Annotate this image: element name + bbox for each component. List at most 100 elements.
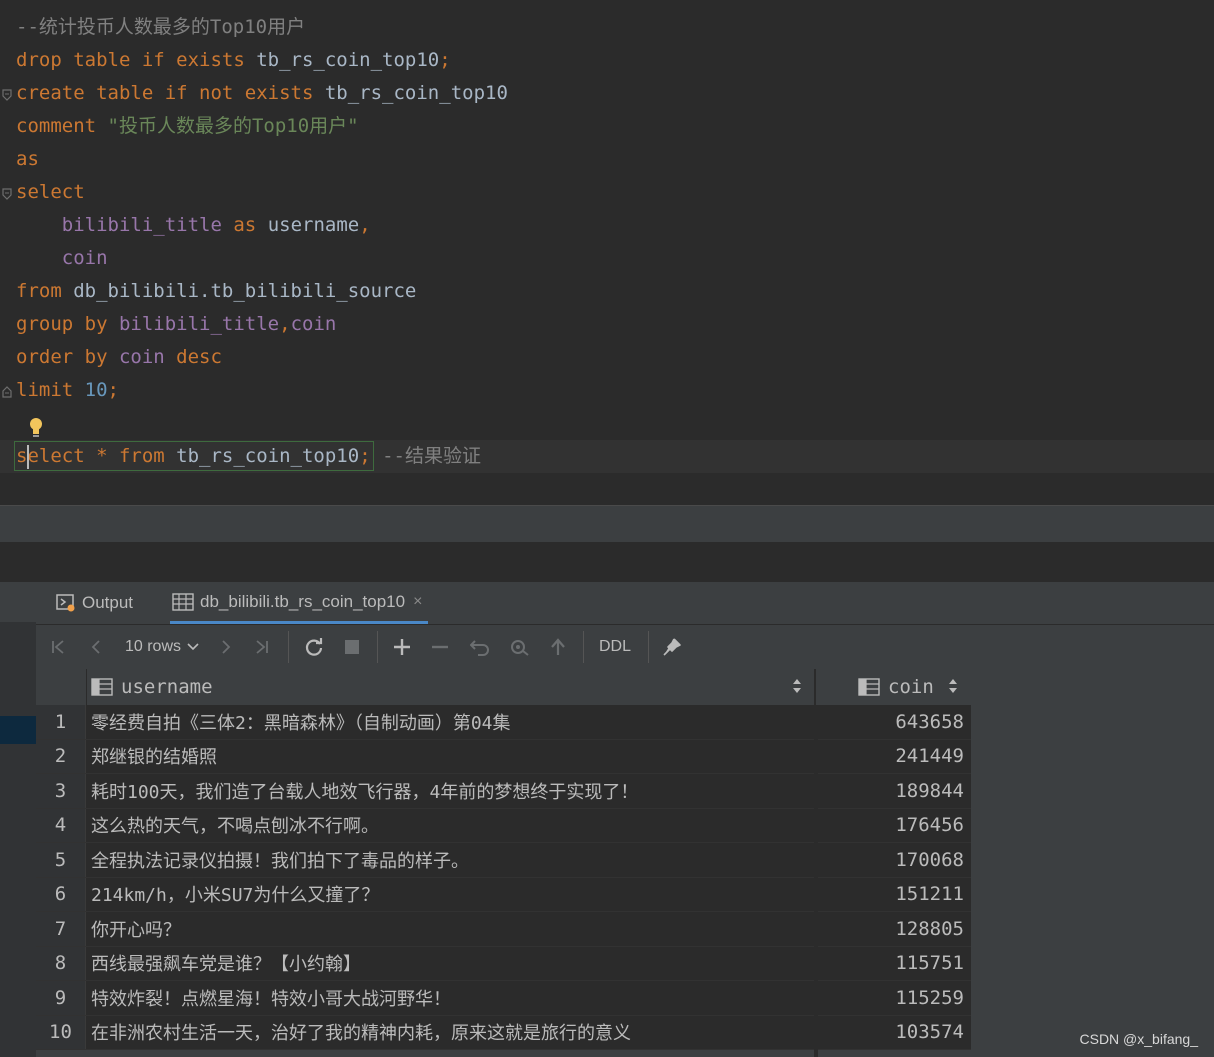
row-number[interactable]: 10 — [36, 1015, 86, 1049]
fold-marker-icon[interactable] — [2, 188, 12, 200]
cell-coin[interactable]: 170068 — [816, 843, 964, 877]
table-row[interactable]: 9 特效炸裂！点燃星海！特效小哥大战河野华！ 115259 — [36, 981, 971, 1016]
fold-marker-icon[interactable] — [2, 89, 12, 101]
view-query-icon[interactable] — [506, 625, 532, 669]
code-line[interactable]: drop table if exists tb_rs_coin_top10; — [16, 44, 451, 77]
cell-username[interactable]: 214km/h，小米SU7为什么又撞了？ — [91, 878, 379, 912]
cell-coin[interactable]: 241449 — [816, 740, 964, 774]
cell-coin[interactable]: 103574 — [816, 1016, 964, 1050]
table-row[interactable]: 1 零经费自拍《三体2：黑暗森林》（自制动画）第04集 643658 — [36, 705, 971, 740]
revert-icon[interactable] — [468, 625, 492, 669]
cell-username[interactable]: 特效炸裂！点燃星海！特效小哥大战河野华！ — [91, 981, 451, 1015]
code-token: coin — [290, 313, 337, 335]
stop-icon[interactable] — [340, 625, 364, 669]
code-token: coin — [118, 346, 165, 368]
side-strip-selection — [0, 716, 36, 744]
table-icon — [172, 592, 194, 611]
ddl-button[interactable]: DDL — [594, 625, 636, 669]
add-row-icon[interactable] — [390, 625, 414, 669]
code-line[interactable]: limit 10; — [16, 374, 119, 407]
code-line[interactable]: coin — [16, 242, 108, 275]
sort-icon[interactable] — [792, 678, 802, 695]
code-line[interactable]: create table if not exists tb_rs_coin_to… — [16, 77, 508, 110]
row-number[interactable]: 4 — [36, 808, 86, 842]
code-token: coin — [61, 247, 108, 269]
rows-count-label: 10 rows — [124, 638, 182, 655]
toolbar-divider — [377, 631, 378, 663]
cell-coin[interactable]: 643658 — [816, 705, 964, 739]
code-line[interactable]: bilibili_title as username, — [16, 209, 371, 242]
table-row[interactable]: 4 这么热的天气，不喝点刨冰不行啊。 176456 — [36, 808, 971, 843]
code-line[interactable]: as — [16, 143, 39, 176]
column-header-username[interactable]: username — [91, 669, 213, 705]
code-line[interactable]: comment "投币人数最多的Top10用户" — [16, 110, 359, 143]
cell-coin[interactable]: 115259 — [816, 981, 964, 1015]
sort-icon[interactable] — [948, 678, 958, 695]
code-line[interactable]: from db_bilibili.tb_bilibili_source — [16, 275, 416, 308]
cell-coin[interactable]: 176456 — [816, 809, 964, 843]
code-token: db_bilibili.tb_bilibili_source — [73, 280, 417, 302]
table-row[interactable]: 10 在非洲农村生活一天，治好了我的精神内耗，原来这就是旅行的意义 103574 — [36, 1015, 971, 1050]
cell-username[interactable]: 这么热的天气，不喝点刨冰不行啊。 — [91, 809, 379, 843]
delete-row-icon[interactable] — [428, 625, 452, 669]
next-page-icon[interactable] — [214, 625, 238, 669]
last-page-icon[interactable] — [250, 625, 274, 669]
panel-splitter[interactable] — [0, 542, 1214, 582]
code-line[interactable]: select — [16, 176, 85, 209]
cell-username[interactable]: 零经费自拍《三体2：黑暗森林》（自制动画）第04集 — [91, 705, 511, 739]
rows-count-dropdown[interactable]: 10 rows — [122, 625, 202, 669]
submit-icon[interactable] — [546, 625, 570, 669]
table-row[interactable]: 8 西线最强飙车党是谁？【小约翰】 115751 — [36, 946, 971, 981]
code-token: select — [16, 181, 85, 203]
cell-coin[interactable]: 128805 — [816, 912, 964, 946]
close-icon[interactable]: × — [413, 593, 422, 611]
table-row[interactable]: 6 214km/h，小米SU7为什么又撞了？ 151211 — [36, 877, 971, 912]
table-row[interactable]: 7 你开心吗？ 128805 — [36, 912, 971, 947]
code-token: ; — [439, 49, 451, 71]
tab-result-table[interactable]: db_bilibili.tb_rs_coin_top10 × — [170, 582, 429, 624]
row-number[interactable]: 9 — [36, 981, 86, 1015]
fold-end-marker-icon[interactable] — [2, 386, 12, 398]
table-row[interactable]: 2 郑继银的结婚照 241449 — [36, 739, 971, 774]
code-line[interactable]: order by coin desc — [16, 341, 222, 374]
table-row[interactable]: 5 全程执法记录仪拍摄！我们拍下了毒品的样子。 170068 — [36, 843, 971, 878]
tab-output[interactable]: Output — [56, 582, 133, 624]
code-token: create table if not exists — [16, 82, 325, 104]
watermark: CSDN @x_bifang_ — [1079, 1031, 1199, 1047]
row-number[interactable]: 6 — [36, 877, 86, 911]
code-line[interactable]: group by bilibili_title,coin — [16, 308, 336, 341]
column-header-coin[interactable]: coin — [858, 669, 934, 705]
row-number[interactable]: 1 — [36, 705, 86, 739]
sql-editor[interactable]: --统计投币人数最多的Top10用户 drop table if exists t… — [0, 0, 1214, 507]
code-token: as — [221, 214, 268, 236]
editor-scroll-area — [0, 505, 1214, 543]
cell-username[interactable]: 郑继银的结婚照 — [91, 740, 217, 774]
column-icon — [91, 678, 113, 696]
pin-icon[interactable] — [660, 625, 684, 669]
code-token: as — [16, 148, 39, 170]
code-line[interactable]: --统计投币人数最多的Top10用户 — [16, 11, 305, 44]
row-number[interactable]: 8 — [36, 946, 86, 980]
code-token: ; — [107, 379, 119, 401]
toolbar-divider — [648, 631, 649, 663]
cell-username[interactable]: 西线最强飙车党是谁？【小约翰】 — [91, 947, 361, 981]
grid-header: username coin — [36, 669, 971, 706]
table-row[interactable]: 3 耗时100天，我们造了台载人地效飞行器，4年前的梦想终于实现了！ 189844 — [36, 774, 971, 809]
row-number[interactable]: 3 — [36, 774, 86, 808]
lightbulb-icon[interactable] — [28, 417, 44, 443]
code-token: "投币人数最多的Top10用户" — [107, 115, 359, 137]
row-number[interactable]: 7 — [36, 912, 86, 946]
row-number[interactable]: 5 — [36, 843, 86, 877]
cell-username[interactable]: 耗时100天，我们造了台载人地效飞行器，4年前的梦想终于实现了！ — [91, 774, 638, 808]
first-page-icon[interactable] — [46, 625, 70, 669]
cell-coin[interactable]: 189844 — [816, 774, 964, 808]
cell-username[interactable]: 你开心吗？ — [91, 912, 181, 946]
column-divider[interactable] — [814, 669, 816, 705]
refresh-icon[interactable] — [301, 625, 327, 669]
cell-username[interactable]: 全程执法记录仪拍摄！我们拍下了毒品的样子。 — [91, 843, 469, 877]
cell-coin[interactable]: 151211 — [816, 878, 964, 912]
row-number[interactable]: 2 — [36, 739, 86, 773]
cell-username[interactable]: 在非洲农村生活一天，治好了我的精神内耗，原来这就是旅行的意义 — [91, 1016, 631, 1050]
prev-page-icon[interactable] — [84, 625, 108, 669]
cell-coin[interactable]: 115751 — [816, 947, 964, 981]
